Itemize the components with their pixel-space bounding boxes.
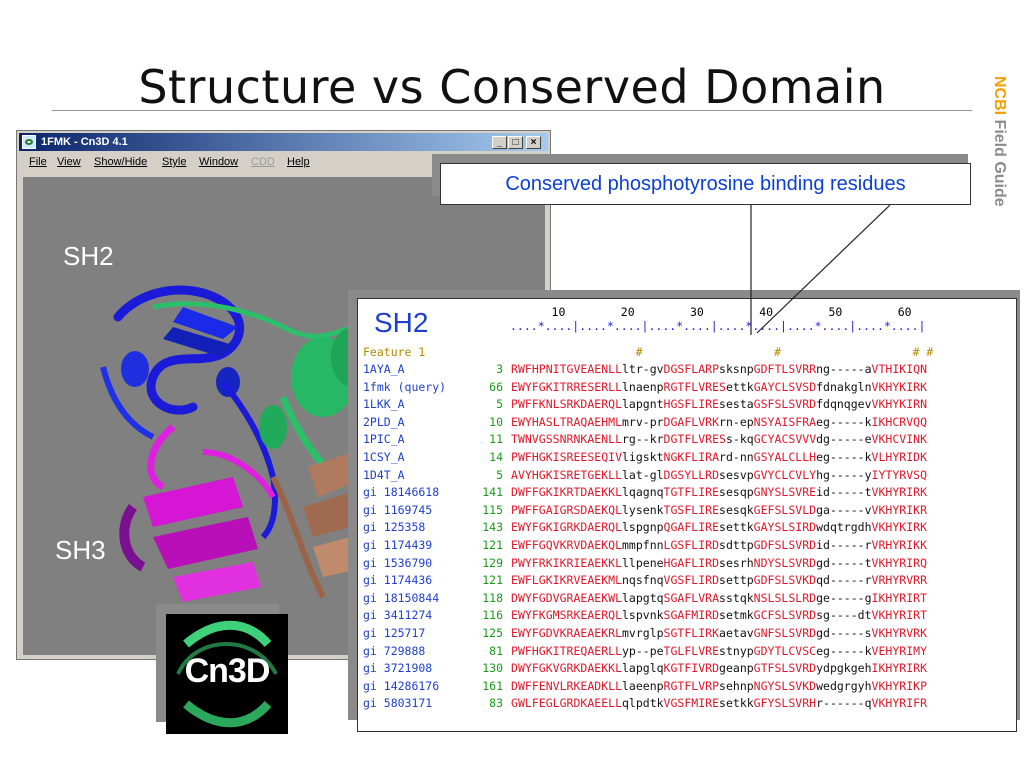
cn3d-logo: Cn3D xyxy=(166,614,288,734)
sequence-start: 66 xyxy=(489,379,503,394)
sequence-residues: DWYFGDVGRAEAEKWLlapgtqSGAFLVRAsstqkNSLSL… xyxy=(511,590,927,605)
sequence-start: 129 xyxy=(482,555,503,570)
sequence-start: 10 xyxy=(489,414,503,429)
sequence-start: 11 xyxy=(489,432,503,447)
sequence-name[interactable]: gi 1174436 xyxy=(363,572,432,590)
title-divider xyxy=(52,110,972,111)
sequence-start: 143 xyxy=(482,520,503,535)
menu-window[interactable]: Window xyxy=(199,156,238,168)
sequence-start: 3 xyxy=(496,362,503,376)
sequence-name[interactable]: gi 1536790 xyxy=(363,555,432,573)
sequence-residues: DWYFGKVGRKDAEKKLlapglqKGTFIVRDgeanpGTFSL… xyxy=(511,661,927,676)
label-sh3: SH3 xyxy=(55,535,106,565)
sequence-name[interactable]: 2PLD_A xyxy=(363,414,405,432)
sequence-residues: EWYHASLTRAQAEHMLmrv-prDGAFLVRKrn-epNSYAI… xyxy=(511,414,927,429)
sequence-name[interactable]: gi 1174439 xyxy=(363,537,432,555)
sequence-residues: GWLFEGLGRDKAEELLqlpdtkVGSFMIREsetkkGFYSL… xyxy=(511,696,927,711)
ncbi-field-guide-brand: NCBI Field Guide xyxy=(978,76,1018,256)
brand-field-guide: Field Guide xyxy=(991,115,1008,207)
slide-title: Structure vs Conserved Domain xyxy=(138,60,886,114)
sequence-name[interactable]: 1PIC_A xyxy=(363,431,405,449)
sequence-name[interactable]: gi 1169745 xyxy=(363,502,432,520)
menu-file[interactable]: File xyxy=(29,156,47,168)
sequence-name[interactable]: gi 18146618 xyxy=(363,484,439,502)
sequence-residues: PWFHGKISREESEQIVligsktNGKFLIRArd-nnGSYAL… xyxy=(511,449,927,464)
sequence-start: 125 xyxy=(482,625,503,640)
sequence-name[interactable]: gi 14286176 xyxy=(363,678,439,696)
sequence-start: 121 xyxy=(482,537,503,552)
sequence-residues: PWFFGAIGRSDAEKQLlysenkTGSFLIREsesqkGEFSL… xyxy=(511,502,927,517)
sequence-start: 121 xyxy=(482,573,503,588)
sequence-start: 130 xyxy=(482,661,503,676)
brand-ncbi: NCBI xyxy=(991,76,1008,116)
sequence-start: 81 xyxy=(489,643,503,658)
sequence-name[interactable]: gi 729888 xyxy=(363,643,425,661)
sequence-start: 83 xyxy=(489,696,503,711)
sequence-residues: TWNVGSSNRNKAENLLrg--krDGTFLVRESs-kqGCYAC… xyxy=(511,432,928,447)
sequence-residues: DWFFENVLRKEADKLLlaeenpRGTFLVRPsehnpNGYSL… xyxy=(511,678,927,693)
ruler-numbers: 10 20 30 40 50 60 xyxy=(510,305,912,319)
window-title: 1FMK - Cn3D 4.1 xyxy=(41,136,128,148)
sequence-residues: EWYFGKITRRESERLLlnaenpRGTFLVRESettkGAYCL… xyxy=(511,379,928,394)
maximize-button[interactable]: □ xyxy=(508,136,523,149)
alignment-ruler: 10 20 30 40 50 60 ....*....|....*....|..… xyxy=(510,305,925,333)
alignment-panel: SH2 10 20 30 40 50 60 ....*....|....*...… xyxy=(357,298,1017,732)
sequence-start: 14 xyxy=(489,449,503,464)
conserved-residues-callout: Conserved phosphotyrosine binding residu… xyxy=(440,163,971,205)
sequence-name[interactable]: gi 3721908 xyxy=(363,660,432,678)
feature-marks: # # # # xyxy=(511,345,934,359)
sequence-name[interactable]: gi 18150844 xyxy=(363,590,439,608)
sequence-residues: RWFHPNITGVEAENLLltr-gvDGSFLARPsksnpGDFTL… xyxy=(511,362,927,376)
window-titlebar[interactable]: 1FMK - Cn3D 4.1 _ □ × xyxy=(19,133,548,151)
sequence-name[interactable]: 1D4T_A xyxy=(363,467,405,485)
menu-show-hide[interactable]: Show/Hide xyxy=(94,156,147,168)
sequence-start: 115 xyxy=(482,502,503,517)
sequence-name[interactable]: gi 5803171 xyxy=(363,695,432,713)
sequence-start: 116 xyxy=(482,608,503,623)
sequence-residues: PWFHGKITREQAERLLyp--peTGLFLVREstnypGDYTL… xyxy=(511,643,927,658)
sequence-start: 5 xyxy=(496,397,503,412)
sequence-name[interactable]: 1fmk (query) xyxy=(363,379,446,397)
menu-view[interactable]: View xyxy=(57,156,81,168)
sequence-start: 141 xyxy=(482,485,503,500)
minimize-button[interactable]: _ xyxy=(492,136,507,149)
menu-style[interactable]: Style xyxy=(162,156,186,168)
sequence-residues: DWFFGKIKRTDAEKKLlqagnqTGTFLIREsesqpGNYSL… xyxy=(511,485,927,500)
sequence-name[interactable]: 1AYA_A xyxy=(363,361,405,379)
sequence-residues: EWYFGDVKRAEAEKRLmvrglpSGTFLIRKaetavGNFSL… xyxy=(511,625,927,640)
alignment-title: SH2 xyxy=(374,307,429,338)
sequence-residues: EWYFKGMSRKEAERQLlspvnkSGAFMIRDsetmkGCFSL… xyxy=(511,608,927,623)
sequence-residues: AVYHGKISRETGEKLLlat-glDGSYLLRDsesvpGVYCL… xyxy=(511,467,927,482)
sequence-start: 5 xyxy=(496,467,503,482)
sequence-name[interactable]: gi 125358 xyxy=(363,519,425,537)
sequence-residues: EWYFGKIGRKDAERQLlspgnpQGAFLIREsettkGAYSL… xyxy=(511,520,927,535)
close-button[interactable]: × xyxy=(526,136,541,149)
sequence-residues: PWYFRKIKRIEAEKKLllpeneHGAFLIRDsesrhNDYSL… xyxy=(511,555,927,570)
sequence-name[interactable]: 1CSY_A xyxy=(363,449,405,467)
sequence-name[interactable]: gi 3411274 xyxy=(363,607,432,625)
cn3d-app-icon xyxy=(22,135,36,149)
label-sh2: SH2 xyxy=(63,241,114,271)
ruler-dots: ....*....|....*....|....*....|....*....|… xyxy=(510,319,926,333)
sequence-name[interactable]: 1LKK_A xyxy=(363,396,405,414)
menu-help[interactable]: Help xyxy=(287,156,310,168)
feature-row: Feature 1 # # # # xyxy=(363,345,933,359)
sequence-residues: EWFLGKIKRVEAEKMLnqsfnqVGSFLIRDsettpGDFSL… xyxy=(511,573,927,588)
feature-label: Feature 1 xyxy=(363,345,426,359)
sequence-residues: PWFFKNLSRKDAERQLlapgntHGSFLIREsestaGSFSL… xyxy=(511,397,927,412)
menu-cdd: CDD xyxy=(251,156,275,168)
magenta-domain-ribbon xyxy=(119,424,276,602)
sequence-residues: EWFFGQVKRVDAEKQLmmpfnnLGSFLIRDsdttpGDFSL… xyxy=(511,537,927,552)
sequence-start: 118 xyxy=(482,590,503,605)
sequence-start: 161 xyxy=(482,678,503,693)
sequence-name[interactable]: gi 125717 xyxy=(363,625,425,643)
logo-text: Cn3D xyxy=(184,652,271,690)
